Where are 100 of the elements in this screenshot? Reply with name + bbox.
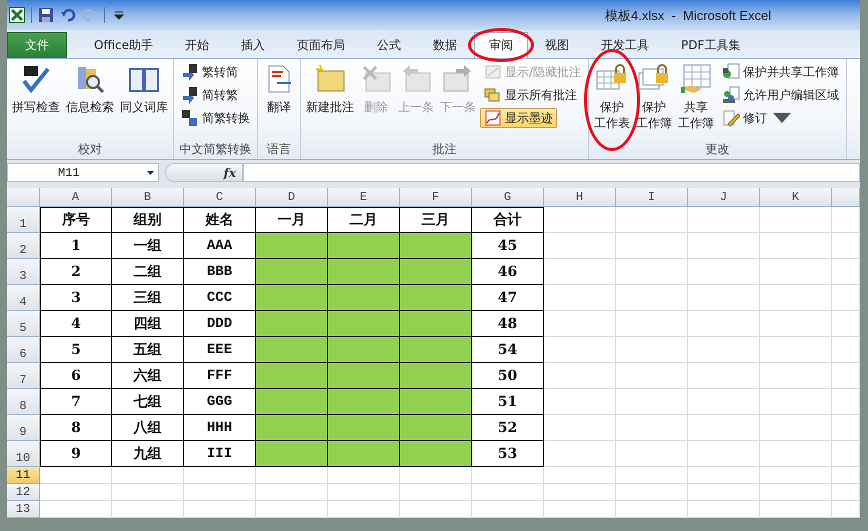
empty-cell[interactable] — [616, 389, 688, 415]
empty-cell[interactable] — [760, 285, 832, 311]
empty-cell[interactable] — [184, 501, 256, 518]
ribbon-button[interactable]: 显示所有批注 — [480, 85, 581, 105]
empty-cell[interactable] — [760, 337, 832, 363]
empty-cell[interactable] — [832, 484, 860, 501]
column-header[interactable]: H — [544, 188, 616, 207]
ribbon-tab[interactable]: 视图 — [530, 32, 584, 58]
column-header[interactable]: I — [616, 188, 688, 207]
ribbon-button[interactable]: 简转繁 — [177, 85, 242, 105]
empty-cell[interactable] — [544, 207, 616, 233]
empty-cell[interactable] — [688, 285, 760, 311]
empty-cell[interactable] — [616, 415, 688, 441]
ribbon-button[interactable]: 简繁转换 — [177, 108, 254, 128]
row-header[interactable]: 10 — [7, 441, 40, 467]
empty-cell[interactable] — [544, 285, 616, 311]
empty-cell[interactable] — [616, 259, 688, 285]
empty-cell[interactable] — [256, 484, 328, 501]
row-header[interactable]: 4 — [7, 285, 40, 311]
empty-cell[interactable] — [616, 233, 688, 259]
empty-cell[interactable] — [760, 311, 832, 337]
empty-cell[interactable] — [616, 467, 688, 484]
empty-cell[interactable] — [616, 501, 688, 518]
empty-cell[interactable] — [328, 467, 400, 484]
empty-cell[interactable] — [400, 467, 472, 484]
empty-cell[interactable] — [832, 285, 860, 311]
row-header[interactable]: 11 — [7, 467, 40, 484]
column-header[interactable]: G — [472, 188, 544, 207]
empty-cell[interactable] — [832, 389, 860, 415]
empty-cell[interactable] — [184, 484, 256, 501]
empty-cell[interactable] — [112, 467, 184, 484]
row-header[interactable]: 6 — [7, 337, 40, 363]
ribbon-tab[interactable]: PDF工具集 — [666, 32, 756, 58]
row-header[interactable]: 8 — [7, 389, 40, 415]
row-header[interactable]: 9 — [7, 415, 40, 441]
empty-cell[interactable] — [544, 389, 616, 415]
ribbon-button[interactable]: 修订 — [718, 108, 796, 128]
empty-cell[interactable] — [688, 311, 760, 337]
column-header[interactable]: A — [40, 188, 112, 207]
empty-cell[interactable] — [832, 233, 860, 259]
empty-cell[interactable] — [688, 363, 760, 389]
empty-cell[interactable] — [472, 467, 544, 484]
formula-input[interactable] — [243, 163, 860, 182]
column-header[interactable]: F — [400, 188, 472, 207]
empty-cell[interactable] — [544, 259, 616, 285]
ribbon-button[interactable]: 允许用户编辑区域 — [718, 85, 844, 105]
empty-cell[interactable] — [616, 363, 688, 389]
ribbon-tab[interactable]: 数据 — [418, 32, 472, 58]
row-header[interactable]: 12 — [7, 484, 40, 501]
row-header[interactable]: 1 — [7, 207, 40, 233]
empty-cell[interactable] — [616, 207, 688, 233]
empty-cell[interactable] — [544, 484, 616, 501]
empty-cell[interactable] — [544, 233, 616, 259]
empty-cell[interactable] — [112, 501, 184, 518]
empty-cell[interactable] — [688, 207, 760, 233]
empty-cell[interactable] — [688, 441, 760, 467]
column-header[interactable]: K — [760, 188, 832, 207]
empty-cell[interactable] — [472, 501, 544, 518]
row-header[interactable]: 3 — [7, 259, 40, 285]
ribbon-button[interactable]: 繁转简 — [177, 62, 242, 82]
empty-cell[interactable] — [688, 259, 760, 285]
empty-cell[interactable] — [688, 337, 760, 363]
empty-cell[interactable] — [832, 207, 860, 233]
empty-cell[interactable] — [688, 415, 760, 441]
empty-cell[interactable] — [760, 233, 832, 259]
column-header[interactable]: B — [112, 188, 184, 207]
ribbon-tab[interactable]: 公式 — [362, 32, 416, 58]
empty-cell[interactable] — [760, 259, 832, 285]
empty-cell[interactable] — [688, 389, 760, 415]
ribbon-button[interactable]: 信息检索 — [64, 61, 116, 117]
ribbon-tab[interactable]: 文件 — [7, 32, 67, 58]
empty-cell[interactable] — [400, 501, 472, 518]
empty-cell[interactable] — [472, 484, 544, 501]
empty-cell[interactable] — [760, 415, 832, 441]
empty-cell[interactable] — [544, 467, 616, 484]
empty-cell[interactable] — [544, 441, 616, 467]
ribbon-button[interactable]: 保护并共享工作簿 — [718, 62, 844, 82]
empty-cell[interactable] — [544, 337, 616, 363]
empty-cell[interactable] — [400, 484, 472, 501]
ribbon-tab[interactable]: 开发工具 — [586, 32, 664, 58]
column-header[interactable]: D — [256, 188, 328, 207]
empty-cell[interactable] — [544, 501, 616, 518]
row-header[interactable]: 7 — [7, 363, 40, 389]
undo-icon[interactable] — [60, 7, 76, 23]
ribbon-button[interactable]: 同义词库 — [118, 61, 170, 117]
empty-cell[interactable] — [184, 467, 256, 484]
empty-cell[interactable] — [760, 467, 832, 484]
save-icon[interactable] — [38, 7, 54, 23]
column-header[interactable]: J — [688, 188, 760, 207]
ribbon-tab[interactable]: 开始 — [170, 32, 224, 58]
ribbon-button[interactable]: 保护 工作簿 — [634, 61, 674, 133]
insert-function-button[interactable]: fx — [224, 166, 236, 180]
column-header[interactable]: C — [184, 188, 256, 207]
empty-cell[interactable] — [832, 501, 860, 518]
ribbon-button[interactable]: 共享 工作簿 — [676, 61, 716, 133]
empty-cell[interactable] — [760, 501, 832, 518]
row-header[interactable]: 13 — [7, 501, 40, 518]
ribbon-tab[interactable]: 审阅 — [474, 32, 528, 58]
empty-cell[interactable] — [688, 484, 760, 501]
empty-cell[interactable] — [616, 337, 688, 363]
